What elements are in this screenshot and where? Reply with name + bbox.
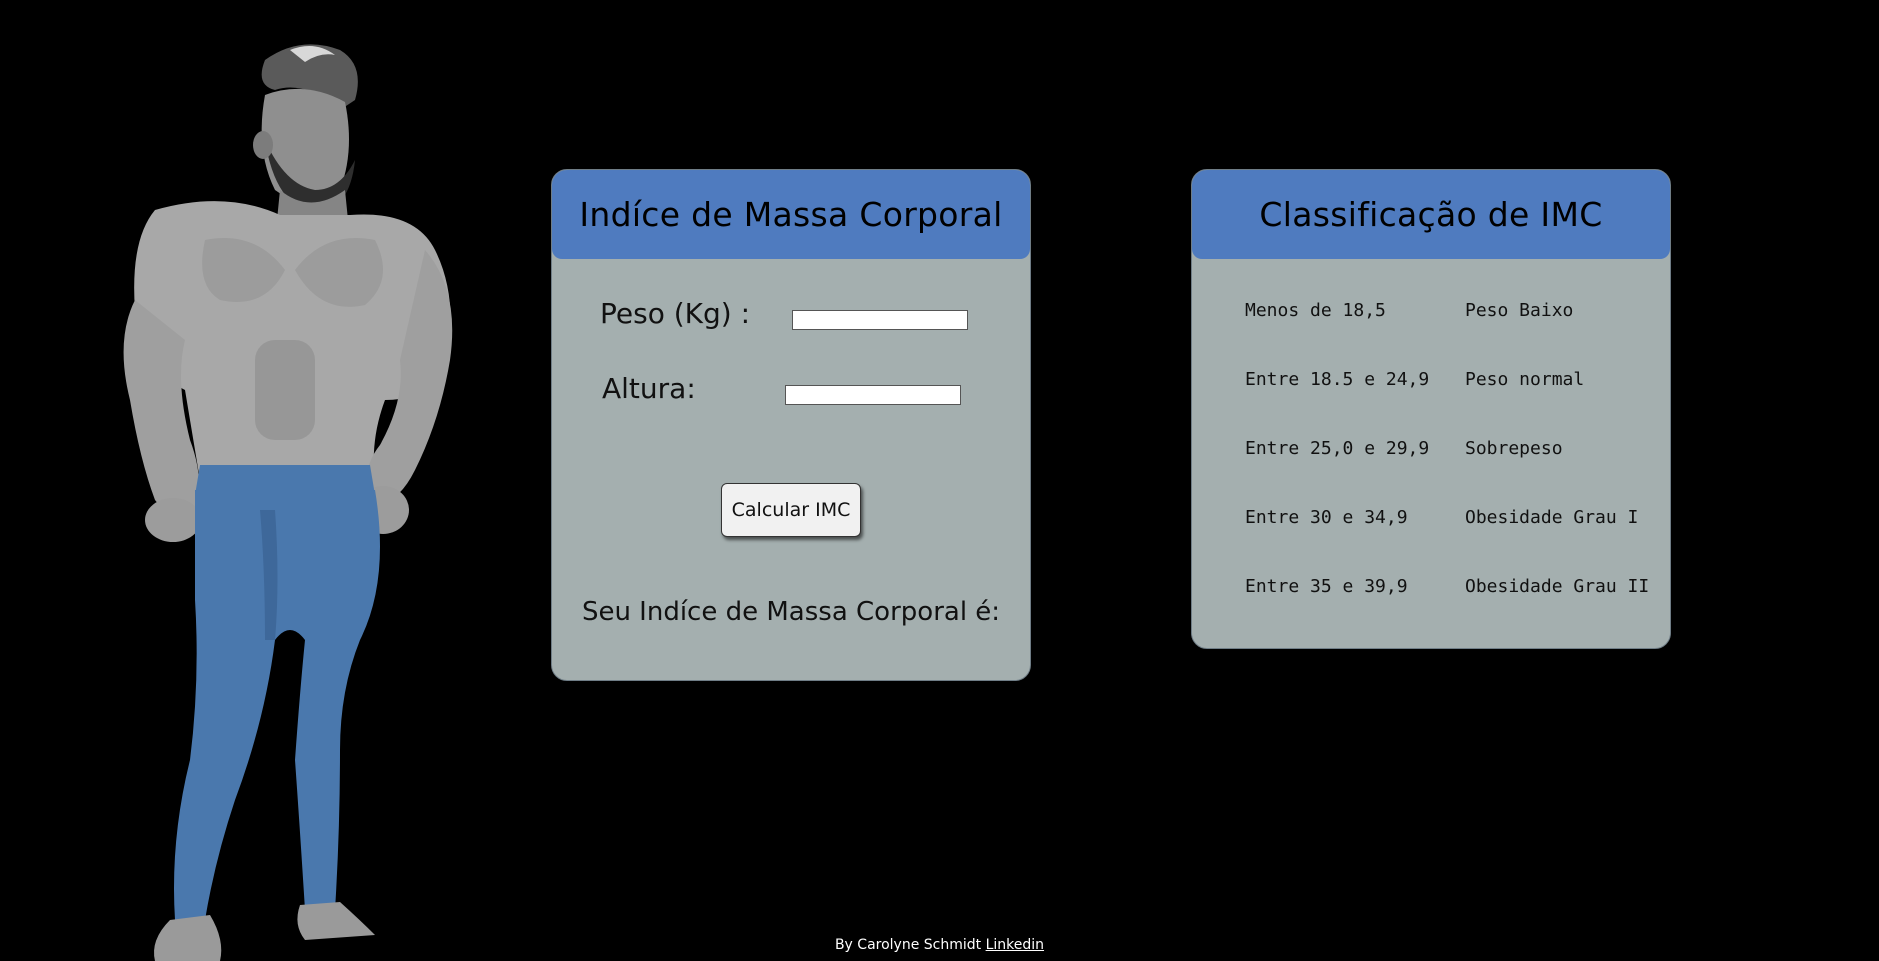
classification-row: Entre 18.5 e 24,9 Peso normal xyxy=(1245,369,1584,390)
classification-range: Entre 30 e 34,9 xyxy=(1245,507,1408,528)
altura-label: Altura: xyxy=(602,372,696,405)
classification-label: Obesidade Grau I xyxy=(1465,507,1639,528)
classification-label: Peso normal xyxy=(1465,369,1585,390)
bodybuilder-illustration xyxy=(115,40,535,961)
classification-label: Peso Baixo xyxy=(1465,300,1574,321)
peso-input[interactable] xyxy=(792,310,968,330)
classification-range: Entre 18.5 e 24,9 xyxy=(1245,369,1430,390)
classification-row: Entre 35 e 39,9 Obesidade Grau II xyxy=(1245,576,1649,597)
imc-card-header: Indíce de Massa Corporal xyxy=(552,170,1030,259)
class-card-title: Classificação de IMC xyxy=(1259,195,1603,234)
footer: By Carolyne Schmidt Linkedin xyxy=(0,937,1879,953)
classification-label: Obesidade Grau II xyxy=(1465,576,1650,597)
calcular-imc-button[interactable]: Calcular IMC xyxy=(721,483,861,537)
classification-row: Menos de 18,5 Peso Baixo xyxy=(1245,300,1573,321)
classification-row: Entre 25,0 e 29,9 Sobrepeso xyxy=(1245,438,1563,459)
classification-range: Entre 35 e 39,9 xyxy=(1245,576,1408,597)
linkedin-link[interactable]: Linkedin xyxy=(986,937,1044,953)
imc-calculator-card: Indíce de Massa Corporal Peso (Kg) : Alt… xyxy=(551,169,1031,681)
footer-credit: By Carolyne Schmidt xyxy=(834,937,982,953)
imc-result-text: Seu Indíce de Massa Corporal é: xyxy=(581,597,1001,627)
classification-row: Entre 30 e 34,9 Obesidade Grau I xyxy=(1245,507,1638,528)
imc-card-title: Indíce de Massa Corporal xyxy=(579,195,1003,234)
page: Indíce de Massa Corporal Peso (Kg) : Alt… xyxy=(0,0,1879,961)
classification-range: Entre 25,0 e 29,9 xyxy=(1245,438,1430,459)
class-card-header: Classificação de IMC xyxy=(1192,170,1670,259)
peso-label: Peso (Kg) : xyxy=(600,297,751,330)
imc-classification-card: Classificação de IMC Menos de 18,5 Peso B… xyxy=(1191,169,1671,649)
altura-input[interactable] xyxy=(785,385,961,405)
classification-label: Sobrepeso xyxy=(1465,438,1563,459)
classification-range: Menos de 18,5 xyxy=(1245,300,1386,321)
